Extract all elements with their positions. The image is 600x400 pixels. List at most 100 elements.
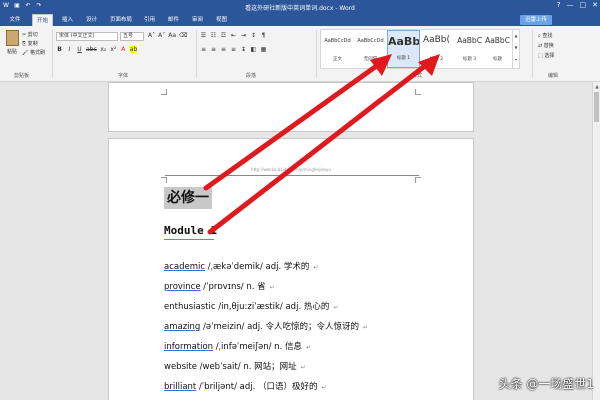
vocab-word: amazing <box>164 322 201 332</box>
change-case-icon[interactable]: Aa <box>168 32 176 39</box>
vocab-word: information <box>164 342 214 352</box>
document-area[interactable]: http://wenku.baidu.com/p/minghejiaoyu 必修… <box>0 82 600 400</box>
subscript-button[interactable]: x₂ <box>100 46 107 53</box>
vocab-line[interactable]: province /ˈprɒvɪns/ n. 省 ↵ <box>164 280 275 292</box>
style-normal[interactable]: AaBbCcDd 正文 <box>321 30 354 68</box>
grow-font-icon[interactable]: A˄ <box>148 32 155 39</box>
vertical-scrollbar[interactable]: ▲ <box>592 82 600 400</box>
gallery-scroll[interactable]: ▲ ▼ ▾ <box>512 30 519 68</box>
style-title[interactable]: AaBbC 标题 <box>481 30 514 68</box>
minimize-button[interactable]: — <box>567 1 574 9</box>
replace-button[interactable]: ⇄ 替换 <box>538 41 554 51</box>
decrease-indent-icon[interactable]: ⇤ <box>230 32 237 39</box>
font-color-icon[interactable]: A <box>120 46 127 53</box>
superscript-button[interactable]: x² <box>110 46 117 53</box>
align-right-icon[interactable]: ≡ <box>220 46 227 53</box>
tab-references[interactable]: 引用 <box>140 14 159 26</box>
vocab-line[interactable]: academic /ˌækəˈdemik/ adj. 学术的 ↵ <box>164 260 318 272</box>
tab-view[interactable]: 视图 <box>212 14 231 26</box>
vocab-line[interactable]: brilliant /ˈbriljənt/ adj. （口语）极好的 ↵ <box>164 380 327 392</box>
style-heading-1[interactable]: AaBb 标题 1 <box>387 30 420 68</box>
scroll-thumb[interactable] <box>594 92 599 122</box>
find-button[interactable]: ⌕ 查找 <box>538 31 554 41</box>
window-title: 看这外研社新版中英词单词.docx - Word <box>245 5 355 12</box>
document-page[interactable]: http://wenku.baidu.com/p/minghejiaoyu 必修… <box>108 138 474 400</box>
highlight-icon[interactable]: ab <box>129 46 138 53</box>
cut-button[interactable]: ✂ 剪切 <box>22 31 45 40</box>
copy-button[interactable]: ⎘ 复制 <box>22 40 45 49</box>
heading-1-selected[interactable]: 必修一 <box>164 187 212 209</box>
paragraph-mark-icon: ↵ <box>321 384 327 391</box>
vocab-definition: /əˈmeizin/ adj. 令人吃惊的；令人惊讶的 <box>200 322 359 332</box>
chevron-up-icon[interactable]: ▲ <box>513 30 519 42</box>
gallery-more-icon[interactable]: ▾ <box>513 54 519 66</box>
tab-layout[interactable]: 页面布局 <box>106 14 136 26</box>
align-center-icon[interactable]: ≡ <box>210 46 217 53</box>
multilevel-list-icon[interactable]: ☲ <box>220 32 227 39</box>
paste-button[interactable]: 粘贴 <box>4 30 20 60</box>
heading-2[interactable]: Module 1 <box>164 224 217 237</box>
tab-mailings[interactable]: 邮件 <box>164 14 183 26</box>
style-heading-2[interactable]: AaBb( 标题 2 <box>420 30 453 68</box>
underline-button[interactable]: U <box>76 46 83 53</box>
font-name-select[interactable]: 宋体 (中文正文) <box>56 32 118 41</box>
tab-home[interactable]: 开始 <box>32 14 54 26</box>
margin-corner <box>415 177 421 183</box>
scroll-up-icon[interactable]: ▲ <box>593 84 600 90</box>
justify-icon[interactable]: ≡ <box>230 46 237 53</box>
clipboard-icon <box>5 30 19 46</box>
tab-insert[interactable]: 插入 <box>58 14 77 26</box>
vocab-definition: /webˈsait/ n. 网站；网址 <box>196 362 297 372</box>
font-size-select[interactable]: 五号 <box>120 32 144 41</box>
font-group-label: 字体 <box>118 73 129 79</box>
style-no-spacing[interactable]: AaBbCcDd 无间隔 <box>354 30 387 68</box>
bullets-icon[interactable]: ☰ <box>200 32 207 39</box>
styles-group-label: 样式 <box>412 73 423 79</box>
document-page-previous[interactable] <box>108 82 474 132</box>
help-button[interactable]: ? <box>557 1 561 9</box>
bold-button[interactable]: B <box>56 46 63 53</box>
vocab-line[interactable]: amazing /əˈmeizin/ adj. 令人吃惊的；令人惊讶的 ↵ <box>164 320 368 332</box>
vocab-line[interactable]: enthusiastic /in,θju:ziˈæstik/ adj. 热心的 ↵ <box>164 300 338 312</box>
margin-corner <box>161 177 167 183</box>
format-painter-button[interactable]: 🖌 格式刷 <box>22 49 45 58</box>
heading-2-underline <box>164 239 214 240</box>
maximize-button[interactable]: □ <box>580 1 587 9</box>
vocab-definition: /ˈprɒvɪns/ n. 省 <box>200 282 266 292</box>
show-marks-icon[interactable]: ¶ <box>260 32 267 39</box>
tab-design[interactable]: 设计 <box>82 14 101 26</box>
style-name: 正文 <box>333 57 342 62</box>
sort-icon[interactable]: ↕ <box>250 32 257 39</box>
paragraph-group-label: 段落 <box>246 73 257 79</box>
replace-label: 替换 <box>543 43 554 49</box>
line-spacing-icon[interactable]: ↨ <box>240 46 247 53</box>
vocab-definition: /in,θju:ziˈæstik/ adj. 热心的 <box>215 302 330 312</box>
ribbon-home: 粘贴 ✂ 剪切 ⎘ 复制 🖌 格式刷 剪贴板 宋体 (中文正文) 五号 A˄ A… <box>0 26 600 82</box>
style-preview: AaBb( <box>422 35 451 45</box>
paragraph-mark-icon: ↵ <box>313 264 319 271</box>
clear-format-icon[interactable]: ⌫ <box>179 32 187 39</box>
shading-icon[interactable]: ◧ <box>250 46 257 53</box>
chevron-down-icon[interactable]: ▼ <box>513 42 519 54</box>
vocab-word: website <box>164 362 197 372</box>
strikethrough-button[interactable]: abc <box>86 46 97 53</box>
style-preview: AaBbCcDd <box>357 38 384 44</box>
paragraph-mark-icon: ↵ <box>333 304 339 311</box>
borders-icon[interactable]: ▦ <box>260 46 267 53</box>
vocab-line[interactable]: website /webˈsait/ n. 网站；网址 ↵ <box>164 360 306 372</box>
numbering-icon[interactable]: ☷ <box>210 32 217 39</box>
tab-review[interactable]: 审阅 <box>188 14 207 26</box>
increase-indent-icon[interactable]: ⇥ <box>240 32 247 39</box>
close-button[interactable]: ✕ <box>592 1 598 9</box>
select-label: 选择 <box>544 53 555 59</box>
italic-button[interactable]: I <box>66 46 73 53</box>
group-divider <box>196 30 197 78</box>
select-button[interactable]: ⬚ 选择 <box>538 51 554 61</box>
margin-corner <box>161 89 167 95</box>
vocab-word: brilliant <box>164 382 197 392</box>
vocab-line[interactable]: information /ˌinfəˈmeiʃən/ n. 信息 ↵ <box>164 340 311 352</box>
tab-file[interactable]: 文件 <box>2 14 28 26</box>
share-button[interactable]: 迅雷上传 <box>519 15 552 25</box>
align-left-icon[interactable]: ≡ <box>200 46 207 53</box>
shrink-font-icon[interactable]: A˅ <box>158 32 165 39</box>
